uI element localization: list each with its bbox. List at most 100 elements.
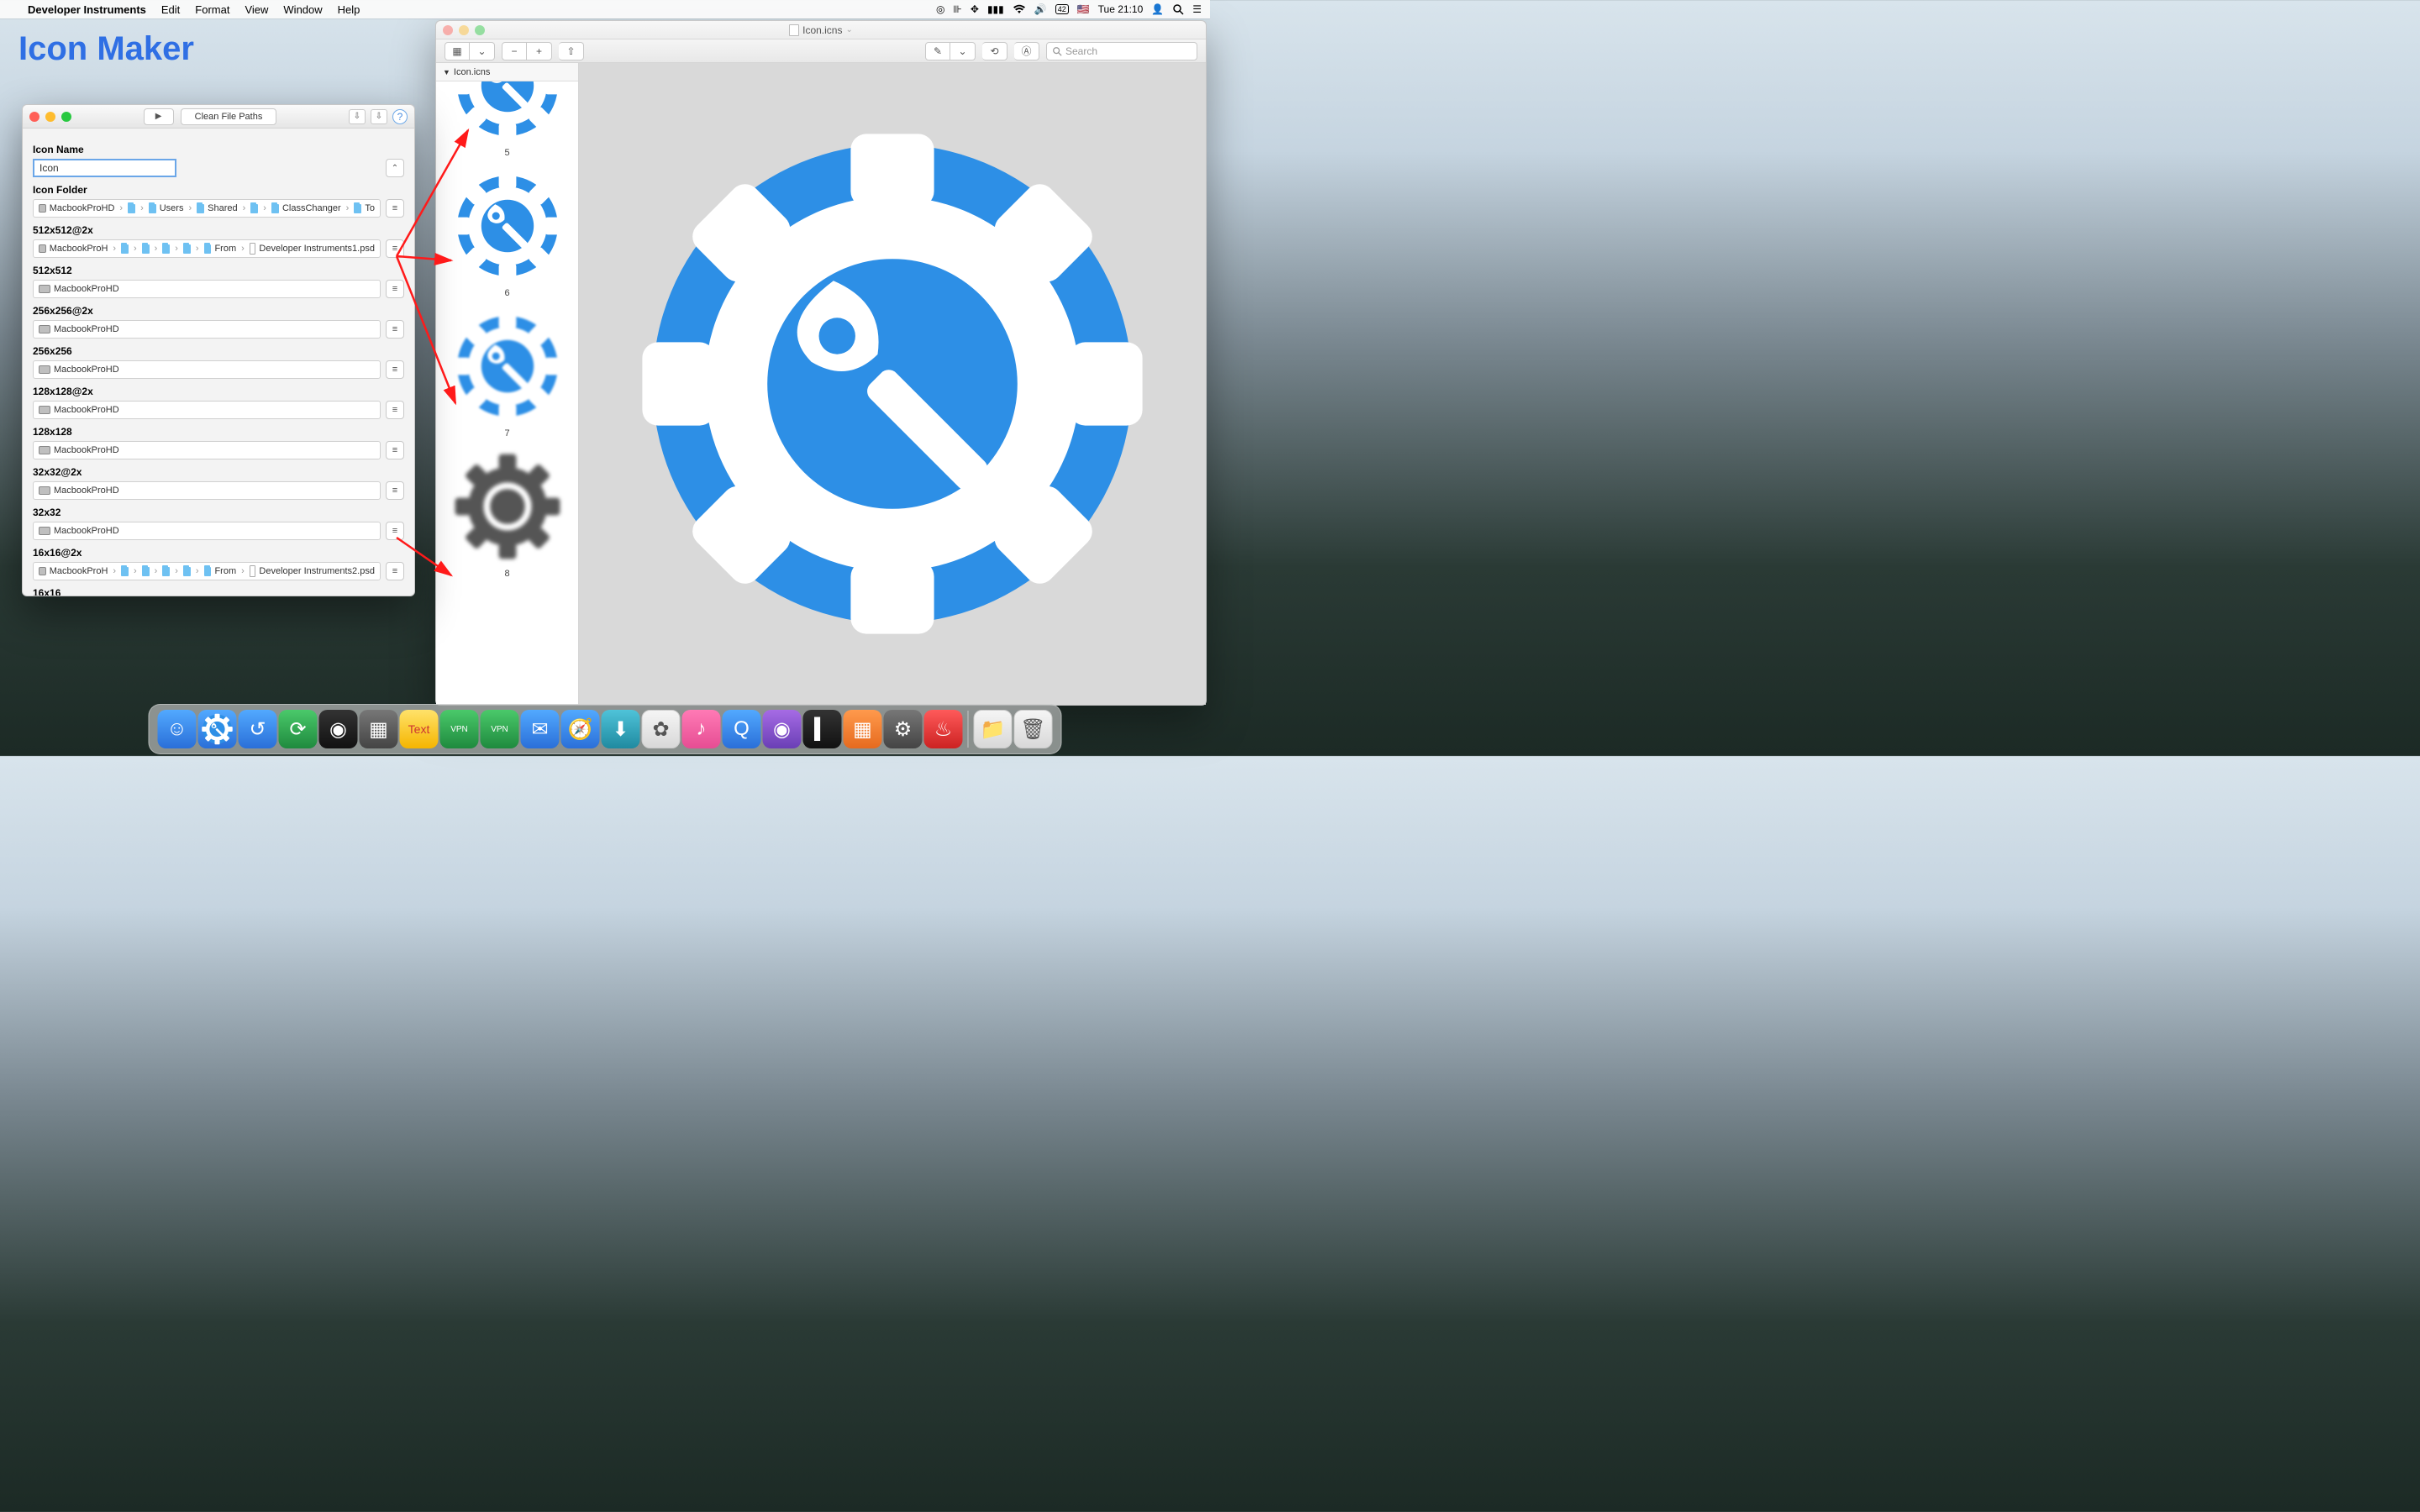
icon-name-input[interactable] [33, 159, 176, 177]
dock-app-7[interactable]: ▦ [844, 710, 882, 748]
menu-view[interactable]: View [237, 3, 276, 16]
zoom-button[interactable] [475, 25, 485, 35]
dock-app-2[interactable]: ⟳ [279, 710, 318, 748]
dock-app-6[interactable]: ⬇ [602, 710, 640, 748]
save-icon-2[interactable]: ⇩ [371, 109, 387, 124]
zoom-out-button[interactable]: − [502, 42, 527, 60]
dock-vpn-2[interactable]: VPN [481, 710, 519, 748]
dock-mail[interactable]: ✉ [521, 710, 560, 748]
highlight-button[interactable]: ✎ [925, 42, 950, 60]
app-menu[interactable]: Developer Instruments [20, 3, 154, 16]
menu-help[interactable]: Help [330, 3, 368, 16]
size-path[interactable]: MacbookProHD [33, 320, 381, 339]
dock-developer-instruments[interactable] [198, 710, 237, 748]
preview-thumb[interactable]: 6 [436, 163, 578, 303]
size-path[interactable]: MacbookProHD [33, 441, 381, 459]
volume-icon[interactable]: 🔊 [1034, 3, 1047, 15]
size-label: 16x16 [33, 587, 404, 596]
dock-trash[interactable]: 🗑 [1014, 710, 1053, 748]
dock-music[interactable]: ♪ [682, 710, 721, 748]
size-path[interactable]: MacbookProHD [33, 280, 381, 298]
dock-terminal[interactable]: ▍ [803, 710, 842, 748]
highlight-dropdown[interactable]: ⌄ [950, 42, 976, 60]
zoom-in-button[interactable]: + [527, 42, 552, 60]
dock-app-1[interactable]: ↺ [239, 710, 277, 748]
zoom-button[interactable] [61, 112, 71, 122]
size-path[interactable]: MacbookProHD [33, 481, 381, 500]
crumb-text: MacbookProHD [54, 445, 119, 455]
preview-thumb[interactable]: 7 [436, 303, 578, 444]
dock-finder[interactable]: ☺ [158, 710, 197, 748]
view-mode-dropdown[interactable]: ⌄ [470, 42, 495, 60]
crumb-separator: › [111, 244, 118, 254]
markup-button[interactable]: Ⓐ [1014, 42, 1039, 60]
flag-icon[interactable]: 🇺🇸 [1077, 3, 1090, 15]
path-menu-button[interactable]: ≡ [386, 320, 404, 339]
wifi-icon[interactable] [1013, 4, 1026, 14]
dock-settings[interactable]: ⚙ [884, 710, 923, 748]
disclosure-triangle-icon[interactable]: ▼ [443, 68, 450, 76]
user-icon[interactable]: 👤 [1151, 3, 1164, 15]
clock[interactable]: Tue 21:10 [1098, 3, 1144, 15]
path-menu-button[interactable]: ≡ [386, 481, 404, 500]
crumb-text: To [365, 203, 375, 213]
share-button[interactable]: ⇧ [559, 42, 584, 60]
help-button[interactable]: ? [392, 109, 408, 124]
dock-vpn-1[interactable]: VPN [440, 710, 479, 748]
dock-folder[interactable]: 📁 [974, 710, 1013, 748]
clean-paths-button[interactable]: Clean File Paths [181, 108, 277, 125]
preview-thumb[interactable]: 5 [436, 81, 578, 163]
sidebar-header[interactable]: ▼ Icon.icns [436, 63, 578, 81]
charge-icon[interactable]: 42 [1055, 4, 1069, 14]
preview-titlebar[interactable]: Icon.icns ⌄ [436, 21, 1206, 39]
crumb-separator: › [173, 566, 180, 576]
close-button[interactable] [29, 112, 39, 122]
minimize-button[interactable] [459, 25, 469, 35]
dock-app-3[interactable]: ◉ [319, 710, 358, 748]
notifications-icon[interactable]: ☰ [1192, 3, 1202, 15]
window-titlebar[interactable]: ▶ Clean File Paths ⇩ ⇩ ? [23, 105, 414, 129]
disclosure-button[interactable]: ⌃ [386, 159, 404, 177]
drive-icon [39, 285, 50, 293]
preview-thumb[interactable]: 8 [436, 444, 578, 584]
dropdown-chevron-icon[interactable]: ⌄ [845, 25, 852, 34]
size-path[interactable]: MacbookProHD [33, 401, 381, 419]
search-input[interactable]: Search [1046, 42, 1197, 60]
menu-format[interactable]: Format [187, 3, 237, 16]
icon-folder-path[interactable]: MacbookProHD››Users›Shared››ClassChanger… [33, 199, 381, 218]
run-button[interactable]: ▶ [144, 108, 174, 125]
path-menu-button[interactable]: ≡ [386, 360, 404, 379]
dock-safari[interactable]: 🧭 [561, 710, 600, 748]
menu-edit[interactable]: Edit [154, 3, 187, 16]
spotlight-icon[interactable] [1172, 3, 1184, 15]
folder-icon [128, 204, 135, 213]
rotate-button[interactable]: ⟲ [982, 42, 1007, 60]
status-icon-3[interactable]: ✥ [971, 3, 979, 15]
menu-window[interactable]: Window [276, 3, 329, 16]
path-menu-button[interactable]: ≡ [386, 522, 404, 540]
save-icon[interactable]: ⇩ [349, 109, 366, 124]
dock-app-4[interactable]: ▦ [360, 710, 398, 748]
preview-canvas[interactable] [579, 63, 1206, 705]
dock-photos[interactable]: ✿ [642, 710, 681, 748]
size-path[interactable]: MacbookProH›››››From›Developer Instrumen… [33, 562, 381, 580]
close-button[interactable] [443, 25, 453, 35]
dock-siri[interactable]: ◉ [763, 710, 802, 748]
path-menu-button[interactable]: ≡ [386, 401, 404, 419]
view-mode-button[interactable]: ▦ [445, 42, 470, 60]
status-icon-1[interactable]: ◎ [936, 3, 944, 15]
path-menu-button[interactable]: ≡ [386, 280, 404, 298]
dock-app-8[interactable]: ♨ [924, 710, 963, 748]
dock-app-5[interactable]: Text [400, 710, 439, 748]
size-path[interactable]: MacbookProHD [33, 522, 381, 540]
dock-quicktime[interactable]: Q [723, 710, 761, 748]
battery-icon[interactable]: ▮▮▮ [987, 3, 1004, 15]
path-menu-button[interactable]: ≡ [386, 199, 404, 218]
status-icon-2[interactable]: ⊪ [953, 3, 961, 15]
minimize-button[interactable] [45, 112, 55, 122]
size-path[interactable]: MacbookProH›››››From›Developer Instrumen… [33, 239, 381, 258]
path-menu-button[interactable]: ≡ [386, 562, 404, 580]
path-menu-button[interactable]: ≡ [386, 239, 404, 258]
size-path[interactable]: MacbookProHD [33, 360, 381, 379]
path-menu-button[interactable]: ≡ [386, 441, 404, 459]
